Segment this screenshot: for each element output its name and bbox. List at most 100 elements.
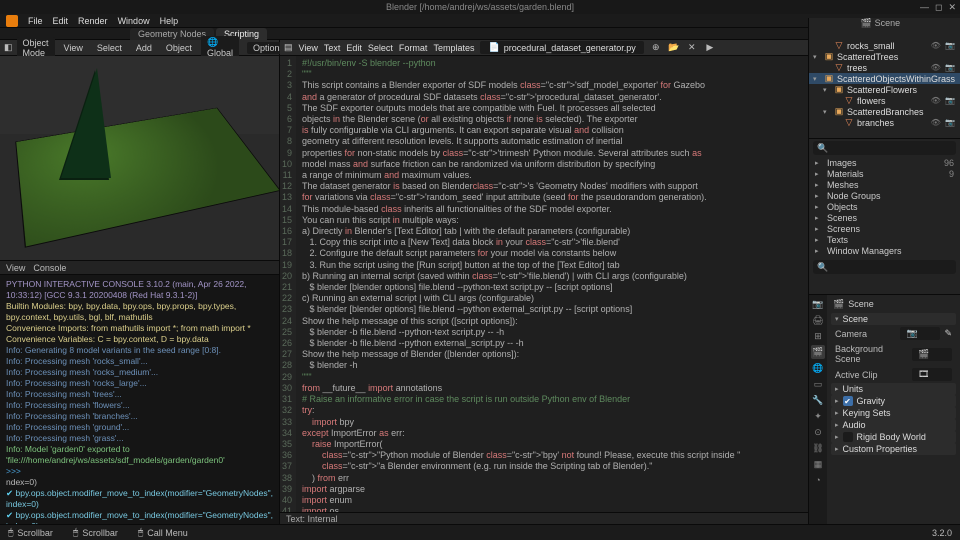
vp-menu-object[interactable]: Object — [161, 42, 197, 54]
3d-viewport[interactable] — [0, 56, 279, 260]
visibility-toggles[interactable]: 👁 📷 — [931, 118, 956, 127]
datablock-row[interactable]: ▸Images96 — [809, 157, 960, 168]
collection-icon: ▣ — [824, 51, 834, 62]
menu-help[interactable]: Help — [160, 16, 179, 26]
visibility-toggles[interactable]: 👁 📷 — [931, 96, 956, 105]
eyedropper-icon[interactable]: ✎ — [944, 328, 952, 339]
tab-scene-icon[interactable]: 🎬 — [811, 345, 825, 359]
console-line: >>> — [6, 466, 273, 477]
datablock-row[interactable]: ▸Materials9 — [809, 168, 960, 179]
outliner-row[interactable]: ▽trees👁 📷 — [809, 62, 960, 73]
clip-field[interactable]: 🎞 — [912, 368, 952, 381]
bgscene-field[interactable]: 🎬 — [912, 348, 952, 361]
datablock-row[interactable]: ▸Scenes — [809, 212, 960, 223]
search-input[interactable]: 🔍 — [813, 260, 956, 274]
datablock-row[interactable]: ▸Texts — [809, 234, 960, 245]
visibility-toggles[interactable]: 👁 📷 — [931, 63, 956, 72]
console-banner: PYTHON INTERACTIVE CONSOLE 3.10.2 (main,… — [6, 279, 273, 301]
panel-audio[interactable]: ▸Audio — [831, 419, 956, 431]
panel-units[interactable]: ▸Units — [831, 383, 956, 395]
console-line: Info: Generating 8 model variants in the… — [6, 345, 273, 356]
tab-modifier-icon[interactable]: 🔧 — [811, 393, 825, 407]
info-menu-view[interactable]: View — [6, 263, 25, 273]
blender-logo-icon[interactable] — [6, 15, 18, 27]
status-bar: 🖱Scrollbar 🖱Scrollbar 🖱Call Menu 3.2.0 — [0, 524, 960, 540]
console-line: Info: Processing mesh 'ground'... — [6, 422, 273, 433]
minimize-icon[interactable]: — — [920, 2, 929, 13]
breadcrumb[interactable]: 🎬 Scene — [831, 297, 956, 311]
menu-window[interactable]: Window — [118, 16, 150, 26]
console-line: Info: Processing mesh 'branches'... — [6, 411, 273, 422]
vp-menu-add[interactable]: Add — [131, 42, 157, 54]
tab-output-icon[interactable]: 🖨 — [811, 313, 825, 327]
camera-field[interactable]: 📷 — [900, 327, 940, 340]
tab-particles-icon[interactable]: ✦ — [811, 409, 825, 423]
line-gutter: 1234567891011121314151617181920212223242… — [280, 56, 296, 512]
outliner-row[interactable]: ▾▣ScatteredTrees — [809, 51, 960, 62]
ed-menu-view[interactable]: View — [299, 43, 318, 53]
item-name: ScatteredFlowers — [847, 85, 956, 95]
maximize-icon[interactable]: ◻ — [935, 2, 942, 13]
tab-constraint-icon[interactable]: ⛓ — [811, 441, 825, 455]
text-editor[interactable]: 1234567891011121314151617181920212223242… — [280, 56, 808, 512]
code-area[interactable]: #!/usr/bin/env -S blender --python"""Thi… — [296, 56, 808, 512]
properties-tabs: 📷 🖨 ⊞ 🎬 🌐 ▭ 🔧 ✦ ⊙ ⛓ ▦ ◔ — [809, 295, 827, 524]
outliner-row[interactable]: ▽branches👁 📷 — [809, 117, 960, 128]
new-text-icon[interactable]: ⊕ — [650, 42, 662, 54]
visibility-toggles[interactable]: 👁 📷 — [931, 41, 956, 50]
data-api-outliner[interactable]: 🔍 ▸Images96▸Materials9▸Meshes▸Node Group… — [809, 138, 960, 294]
outliner-row[interactable]: ▾▣ScatteredBranches — [809, 106, 960, 117]
run-script-icon[interactable]: ▶ — [704, 42, 716, 54]
text-datablock-selector[interactable]: 📄 procedural_dataset_generator.py — [480, 41, 643, 54]
outliner-row[interactable]: ▽flowers👁 📷 — [809, 95, 960, 106]
vp-menu-select[interactable]: Select — [92, 42, 127, 54]
ed-menu-edit[interactable]: Edit — [346, 43, 362, 53]
outliner-row[interactable]: ▾▣ScatteredFlowers — [809, 84, 960, 95]
open-text-icon[interactable]: 📂 — [668, 42, 680, 54]
text-editor-footer: Text: Internal — [280, 512, 808, 524]
menu-file[interactable]: File — [28, 16, 43, 26]
search-input[interactable]: 🔍 — [813, 141, 956, 155]
tab-physics-icon[interactable]: ⊙ — [811, 425, 825, 439]
panel-keying-sets[interactable]: ▸Keying Sets — [831, 407, 956, 419]
datablock-row[interactable]: ▸Window Managers — [809, 245, 960, 256]
tab-render-icon[interactable]: 📷 — [811, 297, 825, 311]
tab-world-icon[interactable]: 🌐 — [811, 361, 825, 375]
panel-scene[interactable]: ▾Scene — [831, 313, 956, 325]
info-menu-console[interactable]: Console — [33, 263, 66, 273]
console-line: Info: Processing mesh 'rocks_large'... — [6, 378, 273, 389]
panel-custom-properties[interactable]: ▸Custom Properties — [831, 443, 956, 455]
outliner-row[interactable]: ▾▣ScatteredObjectsWithinGrass — [809, 73, 960, 84]
search-icon: 🔍 — [817, 262, 828, 273]
panel-rigid-body-world[interactable]: ▸Rigid Body World — [831, 431, 956, 443]
close-icon[interactable]: ✕ — [948, 2, 956, 13]
rbw-checkbox[interactable] — [843, 432, 853, 442]
datablock-row[interactable]: ▸Meshes — [809, 179, 960, 190]
menu-edit[interactable]: Edit — [53, 16, 69, 26]
panel-gravity[interactable]: ▸✔Gravity — [831, 395, 956, 407]
unlink-icon[interactable]: ✕ — [686, 42, 698, 54]
outliner[interactable]: ▽rocks_small👁 📷▾▣ScatteredTrees▽trees👁 📷… — [809, 40, 960, 138]
ed-menu-select[interactable]: Select — [368, 43, 393, 53]
editor-type-icon[interactable]: ▤ — [284, 42, 293, 53]
datablock-row[interactable]: ▸Node Groups — [809, 190, 960, 201]
ed-menu-format[interactable]: Format — [399, 43, 428, 53]
tab-data-icon[interactable]: ▦ — [811, 457, 825, 471]
vp-menu-view[interactable]: View — [59, 42, 88, 54]
tab-object-icon[interactable]: ▭ — [811, 377, 825, 391]
datablock-row[interactable]: ▸Objects — [809, 201, 960, 212]
datablock-row[interactable]: ▸Screens — [809, 223, 960, 234]
item-name: branches — [857, 118, 928, 128]
scene-selector[interactable]: 🎬 Scene — [861, 18, 900, 29]
item-name: flowers — [857, 96, 928, 106]
text-editor-header: ▤ View Text Edit Select Format Templates… — [280, 40, 808, 56]
outliner-row[interactable]: ▽rocks_small👁 📷 — [809, 40, 960, 51]
menu-render[interactable]: Render — [78, 16, 108, 26]
tab-viewlayer-icon[interactable]: ⊞ — [811, 329, 825, 343]
editor-type-icon[interactable]: ◧ — [4, 42, 13, 53]
python-console[interactable]: PYTHON INTERACTIVE CONSOLE 3.10.2 (main,… — [0, 274, 279, 524]
gravity-checkbox[interactable]: ✔ — [843, 396, 853, 406]
ed-menu-templates[interactable]: Templates — [433, 43, 474, 53]
tab-material-icon[interactable]: ◔ — [811, 473, 825, 487]
ed-menu-text[interactable]: Text — [324, 43, 341, 53]
